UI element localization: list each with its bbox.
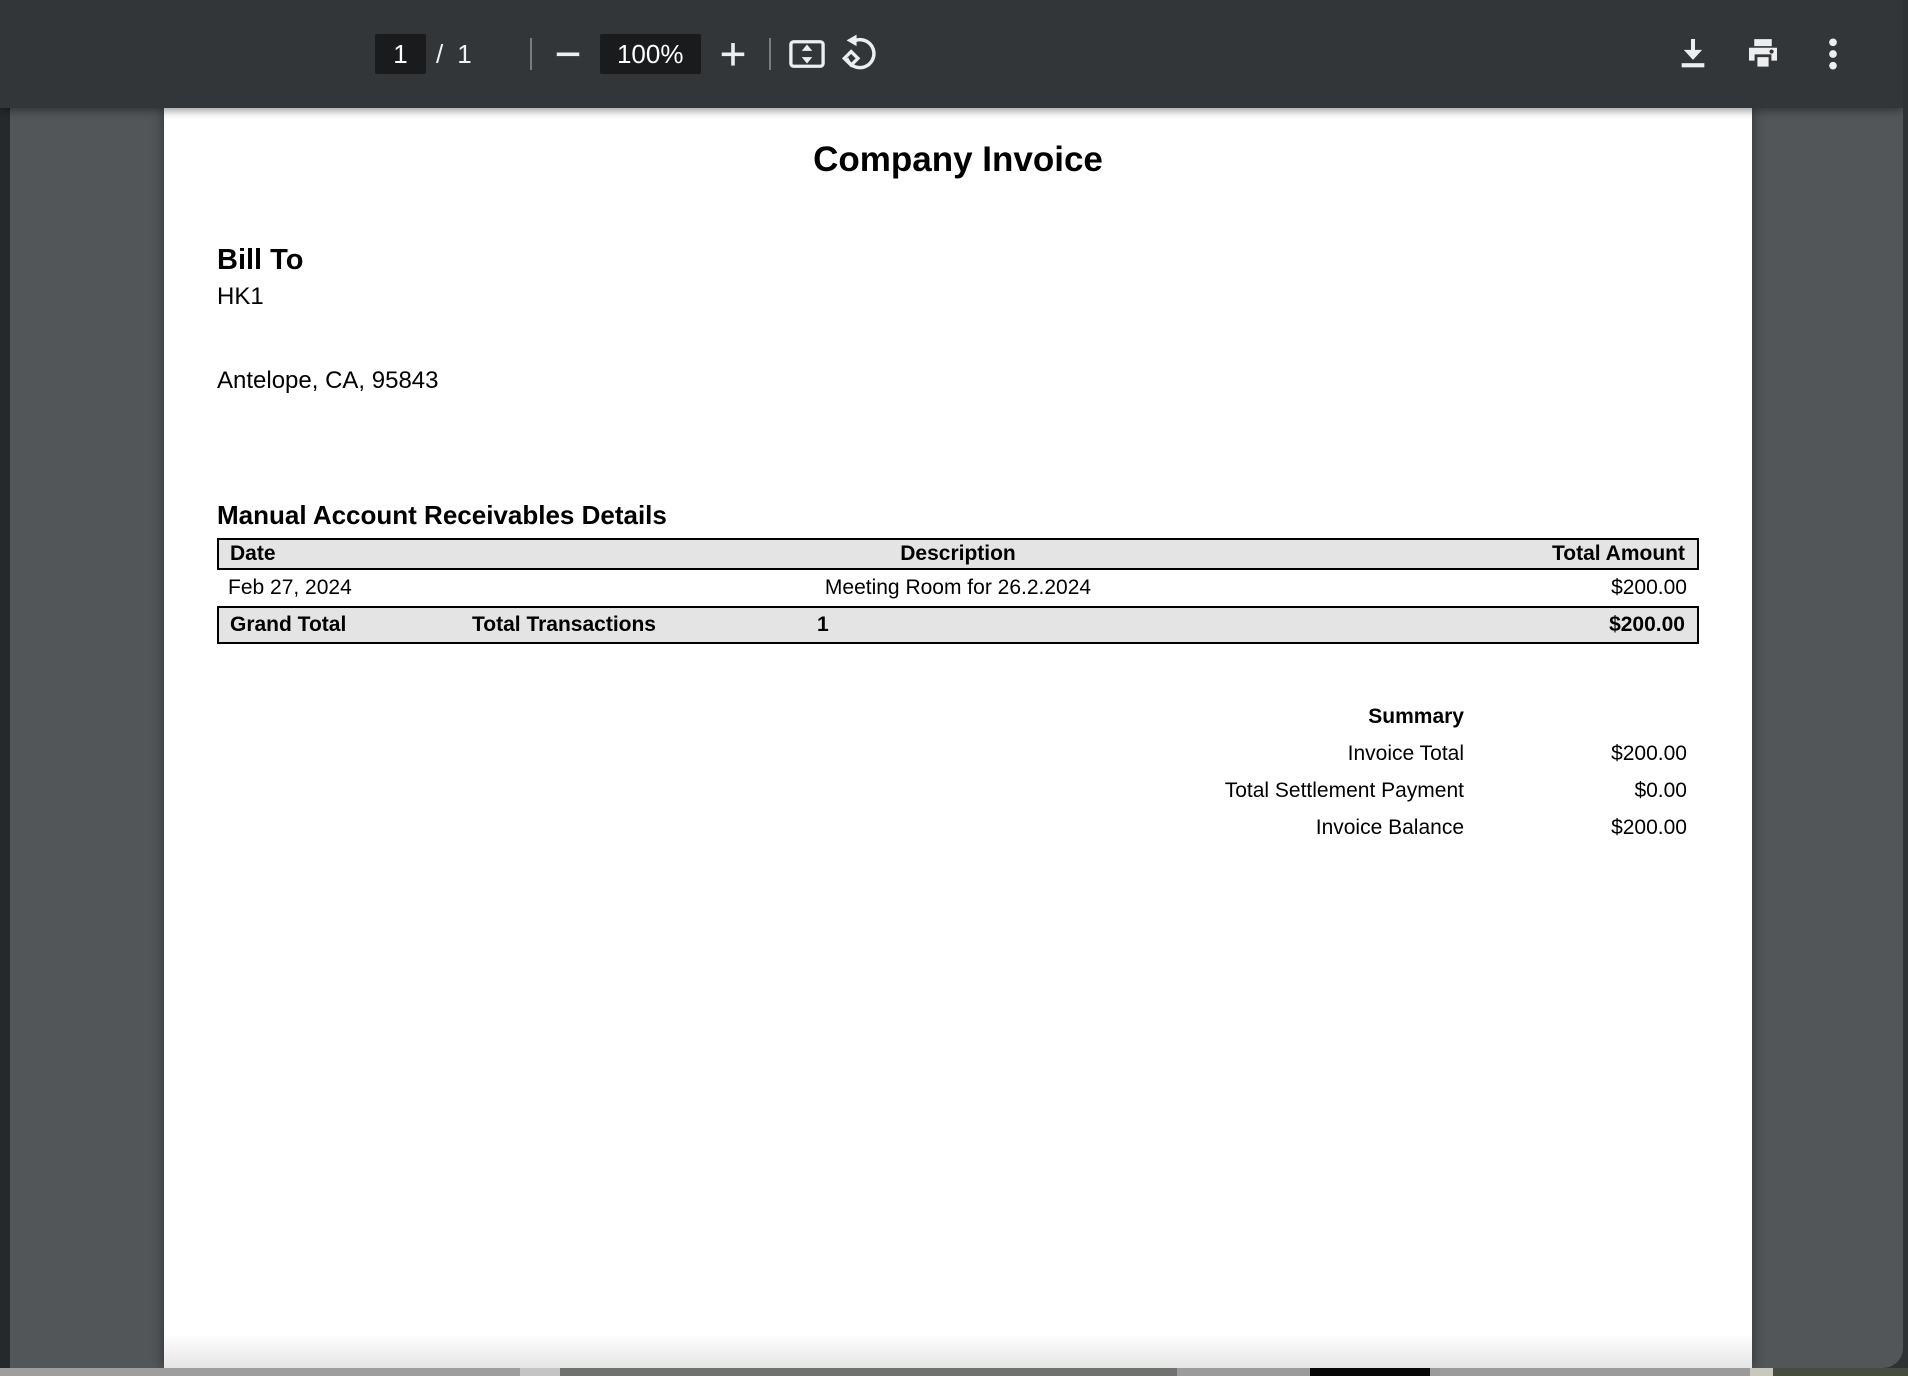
bill-to-heading: Bill To <box>217 243 1699 277</box>
summary-row: Invoice Total $200.00 <box>217 742 1699 766</box>
summary-section: Summary Invoice Total $200.00 Total Sett… <box>217 705 1699 840</box>
summary-label: Invoice Total <box>1348 742 1464 766</box>
bottom-sliver-segment <box>1750 1368 1773 1376</box>
invoice-title: Company Invoice <box>217 140 1699 180</box>
bottom-sliver-segment <box>1430 1368 1750 1376</box>
toolbar-divider <box>769 38 771 70</box>
summary-row: Invoice Balance $200.00 <box>217 816 1699 840</box>
grand-total-row: Grand Total Total Transactions 1 $200.00 <box>217 606 1699 644</box>
summary-value: $200.00 <box>1464 816 1687 840</box>
receivables-table: Date Description Total Amount Feb 27, 20… <box>217 538 1699 644</box>
pdf-viewer-window: / 1 100% <box>0 0 1903 1368</box>
summary-heading: Summary <box>1368 705 1464 729</box>
bottom-sliver-segment <box>1310 1368 1430 1376</box>
column-header-description: Description <box>219 542 1697 566</box>
summary-label: Total Settlement Payment <box>1225 779 1464 803</box>
desktop-bottom-sliver <box>0 1368 1908 1376</box>
summary-value: $200.00 <box>1464 742 1687 766</box>
print-button[interactable] <box>1737 24 1789 84</box>
summary-heading-row: Summary <box>217 705 1699 729</box>
fit-to-page-icon <box>786 33 828 75</box>
minus-icon <box>550 36 586 72</box>
fit-to-page-button[interactable] <box>781 24 833 84</box>
download-button[interactable] <box>1667 24 1719 84</box>
document-page: Company Invoice Bill To HK1 Antelope, CA… <box>164 108 1752 1368</box>
more-vertical-icon <box>1813 34 1853 74</box>
page-count-label: 1 <box>457 39 471 70</box>
grand-total-label: Grand Total <box>219 613 346 637</box>
rotate-counterclockwise-button[interactable] <box>833 24 885 84</box>
toolbar-divider <box>530 38 532 70</box>
print-icon <box>1742 33 1784 75</box>
toolbar-action-controls <box>1667 0 1859 108</box>
zoom-level-display[interactable]: 100% <box>600 34 701 74</box>
bill-to-address: Antelope, CA, 95843 <box>217 367 1699 395</box>
summary-row: Total Settlement Payment $0.00 <box>217 779 1699 803</box>
table-row: Feb 27, 2024 Meeting Room for 26.2.2024 … <box>217 570 1699 606</box>
rotate-counterclockwise-icon <box>838 33 880 75</box>
page-separator: / <box>436 39 443 70</box>
bottom-sliver-segment <box>0 1368 520 1376</box>
zoom-out-button[interactable] <box>542 24 594 84</box>
bill-to-recipient: HK1 <box>217 283 1699 311</box>
bottom-sliver-segment <box>1177 1368 1310 1376</box>
page-number-input[interactable] <box>375 34 426 74</box>
summary-label: Invoice Balance <box>1316 816 1464 840</box>
bottom-sliver-segment <box>560 1368 1177 1376</box>
zoom-in-button[interactable] <box>707 24 759 84</box>
toolbar-page-zoom-controls: / 1 100% <box>375 0 885 108</box>
total-transactions-count: 1 <box>817 613 829 637</box>
total-transactions-label: Total Transactions <box>472 613 656 637</box>
bottom-sliver-segment <box>520 1368 560 1376</box>
background-window-edge <box>0 108 10 1368</box>
more-options-button[interactable] <box>1807 24 1859 84</box>
pdf-toolbar: / 1 100% <box>0 0 1903 108</box>
receivables-heading: Manual Account Receivables Details <box>217 500 1699 531</box>
row-description: Meeting Room for 26.2.2024 <box>217 576 1699 600</box>
summary-value: $0.00 <box>1464 779 1687 803</box>
download-icon <box>1673 34 1713 74</box>
plus-icon <box>715 36 751 72</box>
table-header-row: Date Description Total Amount <box>217 538 1699 570</box>
grand-total-amount: $200.00 <box>1609 613 1697 637</box>
bill-to-spacer <box>217 311 1699 367</box>
bottom-sliver-segment <box>1773 1368 1908 1376</box>
